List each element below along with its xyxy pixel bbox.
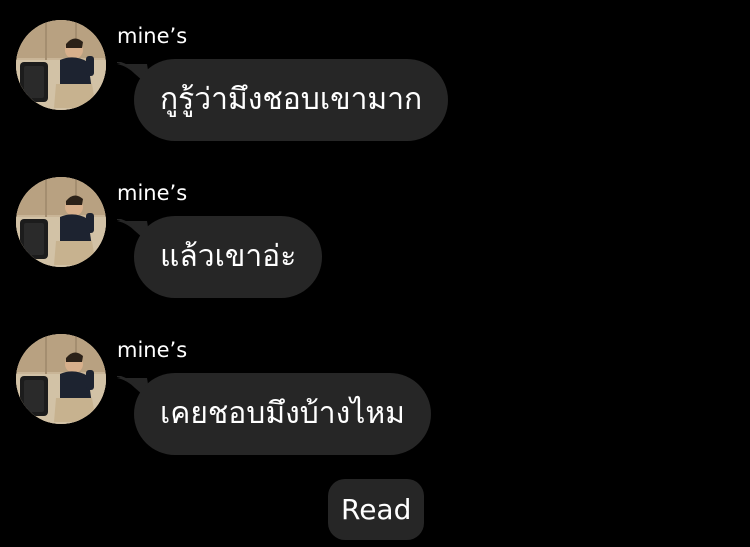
sender-avatar[interactable]: [16, 177, 106, 267]
message-bubble[interactable]: กูรู้ว่ามึงชอบเขามาก: [134, 59, 449, 141]
message-group: mine’s เคยชอบมึงบ้างไหม: [0, 314, 750, 464]
sender-name: mine’s: [117, 338, 188, 362]
profile-photo-avatar-icon: [16, 20, 106, 110]
message-group: mine’s แล้วเขาอ่ะ: [0, 157, 750, 307]
sender-avatar[interactable]: [16, 334, 106, 424]
profile-photo-avatar-icon: [16, 177, 106, 267]
read-receipt: Read: [328, 479, 425, 540]
chat-thread: mine’s กูรู้ว่ามึงชอบเขามาก mine’s แล้วเ…: [0, 0, 750, 547]
message-group: mine’s กูรู้ว่ามึงชอบเขามาก: [0, 0, 750, 150]
sender-name: mine’s: [117, 24, 188, 48]
message-bubble[interactable]: แล้วเขาอ่ะ: [134, 216, 323, 298]
sender-name: mine’s: [117, 181, 188, 205]
message-bubble[interactable]: เคยชอบมึงบ้างไหม: [134, 373, 431, 455]
profile-photo-avatar-icon: [16, 334, 106, 424]
sender-avatar[interactable]: [16, 20, 106, 110]
